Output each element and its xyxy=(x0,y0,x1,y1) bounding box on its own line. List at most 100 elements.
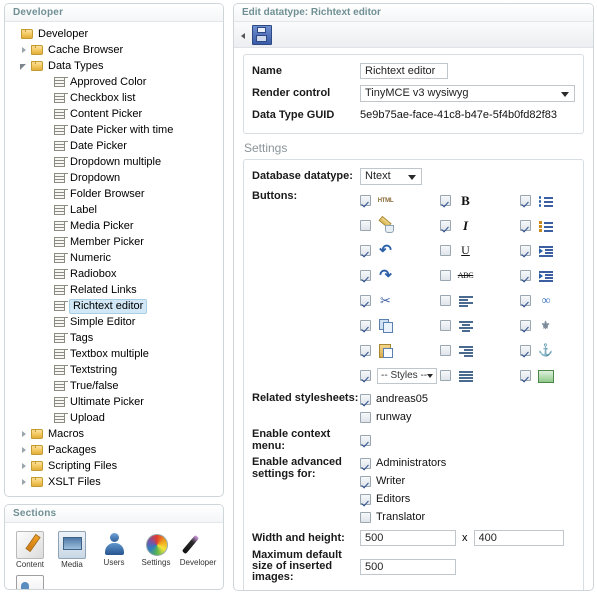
height-input[interactable] xyxy=(473,530,564,546)
align-center-icon xyxy=(457,318,474,333)
checkbox-cut[interactable] xyxy=(360,295,371,306)
tree-item-ultimate-picker[interactable]: Ultimate Picker xyxy=(5,394,223,410)
checkbox-align-left[interactable] xyxy=(440,295,451,306)
checkbox-andreas05[interactable] xyxy=(360,393,371,405)
checkbox-editors[interactable] xyxy=(360,493,371,505)
tree-item-media-picker[interactable]: Media Picker xyxy=(5,218,223,234)
tree-item-date-picker[interactable]: Date Picker xyxy=(5,138,223,154)
tree-item-xslt-files[interactable]: XSLT Files xyxy=(5,474,223,490)
checkbox-italic[interactable] xyxy=(440,220,451,231)
tree-collapsed-arrow-icon[interactable] xyxy=(19,477,30,488)
checkbox-cleanup[interactable] xyxy=(360,220,371,231)
tree-item-upload[interactable]: Upload xyxy=(5,410,223,426)
tree-item-data-types[interactable]: Data Types xyxy=(5,58,223,74)
checkbox-align-right[interactable] xyxy=(440,345,451,356)
tree-item-textstring[interactable]: Textstring xyxy=(5,362,223,378)
tree-item-dropdown-multiple[interactable]: Dropdown multiple xyxy=(5,154,223,170)
save-disk-icon[interactable] xyxy=(252,24,272,45)
checkbox-numbered-list[interactable] xyxy=(520,220,531,231)
tree-item-radiobox[interactable]: Radiobox xyxy=(5,266,223,282)
tree-item-label: Ultimate Picker xyxy=(70,396,144,408)
tree-panel-header: Developer xyxy=(5,4,223,22)
section-item-settings[interactable]: Settings xyxy=(135,531,177,569)
tree-item-numeric[interactable]: Numeric xyxy=(5,250,223,266)
name-input[interactable] xyxy=(360,63,448,79)
checkbox-unlink[interactable] xyxy=(520,320,531,331)
tree-item-approved-color[interactable]: Approved Color xyxy=(5,74,223,90)
render-control-select[interactable]: TinyMCE v3 wysiwyg xyxy=(360,84,575,102)
tree-item-content-picker[interactable]: Content Picker xyxy=(5,106,223,122)
tree-item-member-picker[interactable]: Member Picker xyxy=(5,234,223,250)
button-option-indent xyxy=(520,263,593,288)
width-input[interactable] xyxy=(360,530,456,546)
tree-item-packages[interactable]: Packages xyxy=(5,442,223,458)
enable-context-menu-checkbox[interactable] xyxy=(360,434,371,446)
section-item-content[interactable]: Content xyxy=(9,531,51,569)
tree-item-textbox-multiple[interactable]: Textbox multiple xyxy=(5,346,223,362)
checkbox-anchor[interactable] xyxy=(520,345,531,356)
tree-collapsed-arrow-icon[interactable] xyxy=(19,461,30,472)
related-stylesheets-row: Related stylesheets: andreas05 runway xyxy=(252,390,575,426)
tree-item-label: Label xyxy=(70,204,97,216)
checkbox-outdent[interactable] xyxy=(520,245,531,256)
tree-item-tags[interactable]: Tags xyxy=(5,330,223,346)
tree-collapsed-arrow-icon[interactable] xyxy=(19,445,30,456)
tree-item-cache-browser[interactable]: Cache Browser xyxy=(5,42,223,58)
datatype-icon xyxy=(52,412,67,425)
checkbox-strikethrough[interactable] xyxy=(440,270,451,281)
checkbox-paste[interactable] xyxy=(360,345,371,356)
folder-icon xyxy=(30,476,45,489)
checkbox-copy[interactable] xyxy=(360,320,371,331)
checkbox-translator[interactable] xyxy=(360,511,371,523)
styles-dropdown[interactable]: -- Styles -- xyxy=(377,367,437,384)
tree-collapsed-arrow-icon[interactable] xyxy=(19,429,30,440)
database-datatype-select[interactable]: Ntext xyxy=(360,167,422,185)
tree-item-label: Tags xyxy=(70,332,94,344)
checkbox-insert-image[interactable] xyxy=(520,370,531,381)
max-image-size-row: Maximum default size of inserted images: xyxy=(252,550,575,583)
checkbox-writer[interactable] xyxy=(360,475,371,487)
tree-item-dropdown[interactable]: Dropdown xyxy=(5,170,223,186)
checkbox-redo[interactable] xyxy=(360,270,371,281)
checkbox-underline[interactable] xyxy=(440,245,451,256)
checkbox-bold[interactable] xyxy=(440,195,451,206)
settings-fields-box: Database datatype: Ntext Buttons: HTML ↶ ↷… xyxy=(243,159,584,590)
tree-item-true-false[interactable]: True/false xyxy=(5,378,223,394)
tree-item-related-links[interactable]: Related Links xyxy=(5,282,223,298)
checkbox-runway[interactable] xyxy=(360,411,371,423)
checkbox-html[interactable] xyxy=(360,195,371,206)
section-item-developer[interactable]: Developer xyxy=(177,531,219,569)
max-image-input[interactable] xyxy=(360,558,456,575)
section-item-members[interactable]: Members xyxy=(9,575,51,589)
tree-item-folder-browser[interactable]: Folder Browser xyxy=(5,186,223,202)
tree-item-macros[interactable]: Macros xyxy=(5,426,223,442)
checkbox-align-justify[interactable] xyxy=(440,370,451,381)
buttons-label: Buttons: xyxy=(252,190,298,202)
checkbox-link[interactable] xyxy=(520,295,531,306)
checkbox-styles[interactable] xyxy=(360,370,371,381)
checkbox-administrators[interactable] xyxy=(360,457,371,469)
tree-item-label: Member Picker xyxy=(70,236,144,248)
tree-item-date-picker-with-time[interactable]: Date Picker with time xyxy=(5,122,223,138)
tree-collapsed-arrow-icon[interactable] xyxy=(19,45,30,56)
checkbox-bullet-list[interactable] xyxy=(520,195,531,206)
checkbox-undo[interactable] xyxy=(360,245,371,256)
tree-item-richtext-editor[interactable]: Richtext editor xyxy=(5,298,223,314)
section-item-users[interactable]: Users xyxy=(93,531,135,569)
tree-item-simple-editor[interactable]: Simple Editor xyxy=(5,314,223,330)
checkbox-align-center[interactable] xyxy=(440,320,451,331)
tree-item-checkbox-list[interactable]: Checkbox list xyxy=(5,90,223,106)
collapse-left-icon[interactable] xyxy=(238,25,248,45)
tree-item-scripting-files[interactable]: Scripting Files xyxy=(5,458,223,474)
button-option-redo: ↷ xyxy=(360,263,440,288)
tree-item-developer[interactable]: Developer xyxy=(5,26,223,42)
checkbox-indent[interactable] xyxy=(520,270,531,281)
editor-form-area: Name Render control TinyMCE v3 wysiwyg D… xyxy=(234,48,593,590)
tree-item-label[interactable]: Label xyxy=(5,202,223,218)
show-label-checkbox[interactable] xyxy=(360,589,371,590)
tree-expanded-arrow-icon[interactable] xyxy=(19,61,30,72)
section-item-media[interactable]: Media xyxy=(51,531,93,569)
